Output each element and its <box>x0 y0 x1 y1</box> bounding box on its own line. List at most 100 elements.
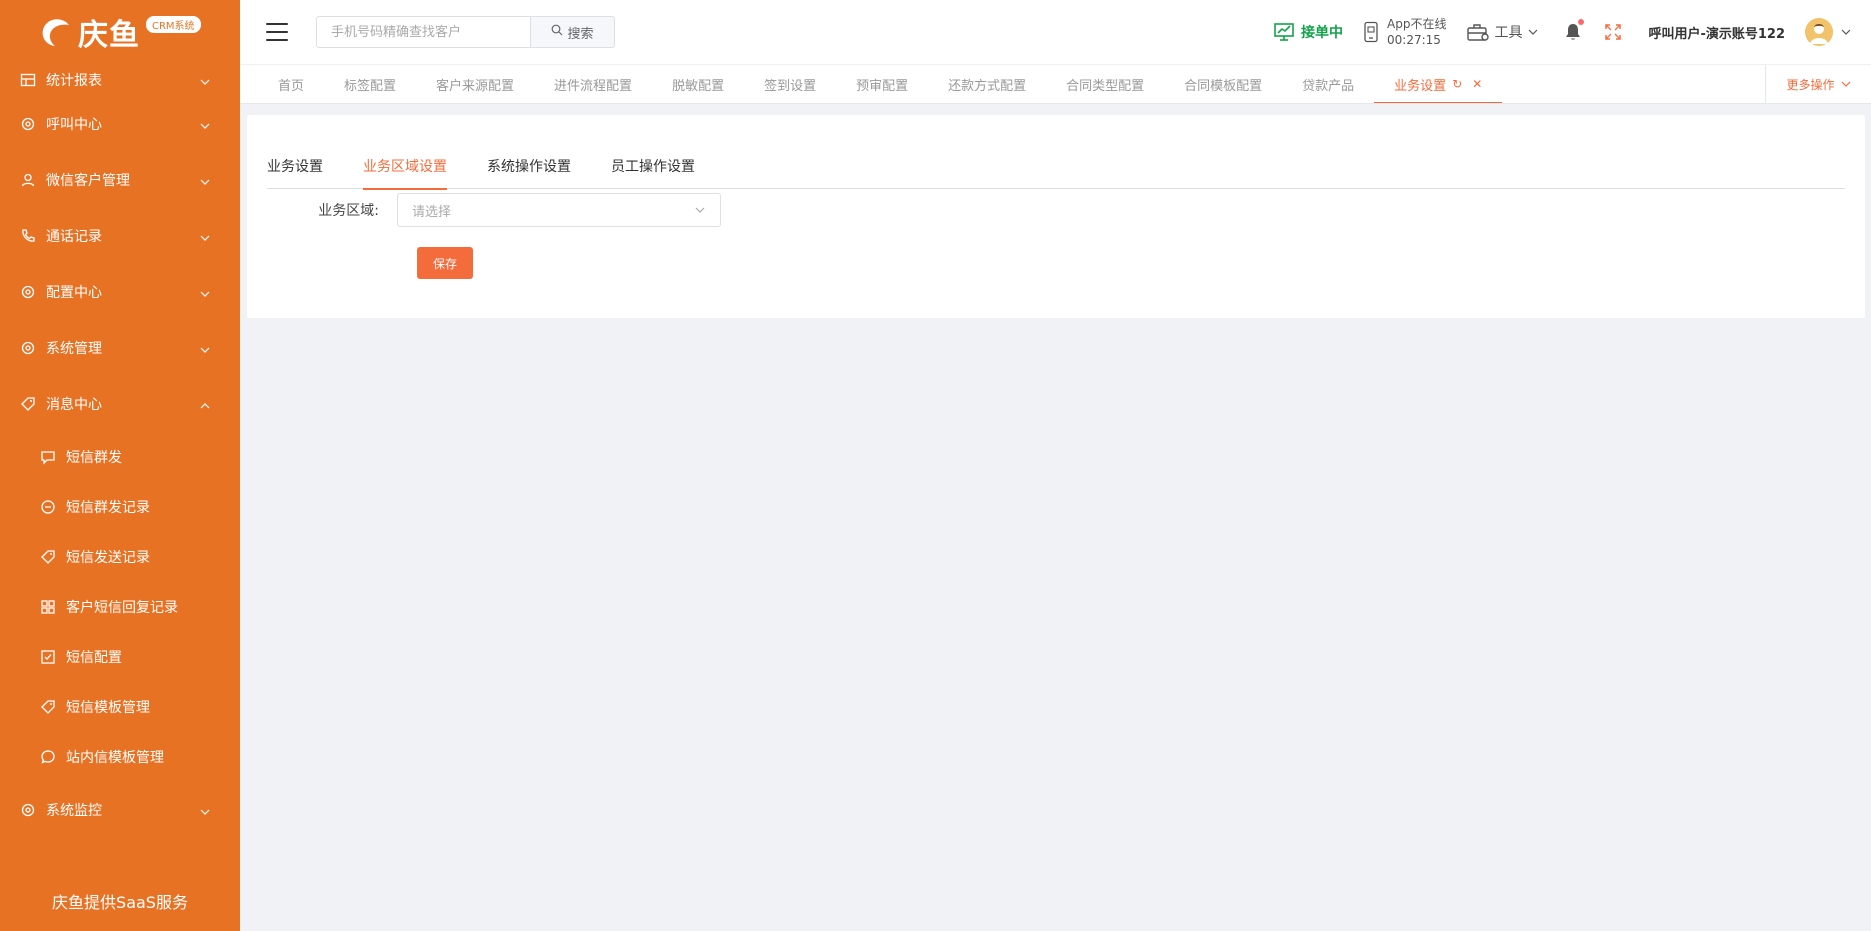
chevron-down-icon <box>200 343 210 353</box>
tab-label: 合同模板配置 <box>1184 78 1263 94</box>
tag-icon <box>40 549 56 565</box>
fullscreen-icon <box>1604 23 1622 41</box>
sidebar-subitem-label: 短信发送记录 <box>66 550 150 566</box>
customer-search: 搜索 <box>316 16 615 48</box>
checkbox-icon <box>40 649 56 665</box>
more-operations-label: 更多操作 <box>1786 77 1835 92</box>
notifications-button[interactable] <box>1564 19 1585 42</box>
sidebar-item-call-records[interactable]: 通话记录 <box>0 208 240 264</box>
tab-application-flow-config[interactable]: 进件流程配置 <box>534 65 652 103</box>
chevron-down-icon <box>200 287 210 297</box>
tab-business-settings[interactable]: 业务设置 ↻ ✕ <box>1374 65 1503 103</box>
page-tabs: 首页 标签配置 客户来源配置 进件流程配置 脱敏配置 签到设置 预审配置 还款方… <box>240 65 1765 103</box>
sidebar-item-label: 微信客户管理 <box>46 173 130 189</box>
sidebar-subitem-inbox-templates[interactable]: 站内信模板管理 <box>0 732 240 782</box>
tab-label: 预审配置 <box>856 78 909 94</box>
sidebar-item-label: 呼叫中心 <box>46 117 102 133</box>
business-region-select[interactable]: 请选择 <box>397 193 721 227</box>
tab-staff-operation-setting[interactable]: 员工操作设置 <box>611 141 695 189</box>
sidebar-subitem-sms-templates[interactable]: 短信模板管理 <box>0 682 240 732</box>
minus-circle-icon <box>40 499 56 515</box>
chart-board-icon <box>1273 22 1295 42</box>
tab-customer-source-config[interactable]: 客户来源配置 <box>416 65 534 103</box>
grid-icon <box>40 599 56 615</box>
tools-dropdown[interactable]: 工具 <box>1466 22 1538 42</box>
save-button[interactable]: 保存 <box>417 247 473 279</box>
tab-label: 合同类型配置 <box>1066 78 1145 94</box>
tab-loan-products[interactable]: 贷款产品 <box>1282 65 1374 103</box>
gear-icon <box>20 284 36 300</box>
tab-system-operation-setting[interactable]: 系统操作设置 <box>487 141 571 189</box>
sidebar-subitem-sms-broadcast-records[interactable]: 短信群发记录 <box>0 482 240 532</box>
sidebar-item-label: 系统监控 <box>46 803 102 819</box>
app-status: App不在线 00:27:15 <box>1363 16 1446 48</box>
fullscreen-button[interactable] <box>1604 23 1622 41</box>
message-icon <box>40 449 56 465</box>
gear-icon <box>20 802 36 818</box>
select-placeholder: 请选择 <box>412 204 452 220</box>
mobile-icon <box>1363 21 1379 43</box>
search-input[interactable] <box>316 16 531 48</box>
gear-icon <box>20 116 36 132</box>
sidebar-item-call-center[interactable]: 呼叫中心 <box>0 96 240 152</box>
sidebar-item-system-management[interactable]: 系统管理 <box>0 320 240 376</box>
tab-home[interactable]: 首页 <box>258 65 324 103</box>
business-region-label: 业务区域: <box>318 203 379 219</box>
business-region-row: 业务区域: 请选择 <box>247 193 721 227</box>
logo: 庆鱼 CRM系统 <box>0 0 240 64</box>
chevron-up-icon <box>200 399 210 409</box>
avatar[interactable] <box>1805 18 1833 46</box>
sidebar-item-statistics[interactable]: 统计报表 <box>0 64 240 96</box>
notification-dot <box>1578 19 1585 25</box>
fish-logo-icon <box>38 14 74 50</box>
sidebar-subitem-label: 短信模板管理 <box>66 700 150 716</box>
chevron-down-icon <box>200 119 210 129</box>
more-operations-button[interactable]: 更多操作 <box>1765 65 1871 103</box>
tab-contract-template-config[interactable]: 合同模板配置 <box>1164 65 1282 103</box>
tab-label: 签到设置 <box>764 78 817 94</box>
work-status-toggle[interactable]: 接单中 <box>1273 22 1343 42</box>
tab-label: 进件流程配置 <box>554 78 633 94</box>
sidebar-item-label: 系统管理 <box>46 341 102 357</box>
tab-label: 客户来源配置 <box>436 78 515 94</box>
page-tabs-bar: 首页 标签配置 客户来源配置 进件流程配置 脱敏配置 签到设置 预审配置 还款方… <box>240 64 1871 104</box>
tab-label: 脱敏配置 <box>672 78 725 94</box>
sidebar-subitem-sms-config[interactable]: 短信配置 <box>0 632 240 682</box>
chevron-down-icon <box>1528 27 1538 37</box>
sidebar-subitem-label: 客户短信回复记录 <box>66 600 178 616</box>
tab-repayment-method-config[interactable]: 还款方式配置 <box>928 65 1046 103</box>
user-name[interactable]: 呼叫用户-演示账号122 <box>1648 23 1785 42</box>
settings-tabs: 业务设置 业务区域设置 系统操作设置 员工操作设置 <box>267 141 1845 190</box>
sidebar-subitem-label: 站内信模板管理 <box>66 750 164 766</box>
tab-contract-type-config[interactable]: 合同类型配置 <box>1046 65 1164 103</box>
sidebar-subitem-sms-send-records[interactable]: 短信发送记录 <box>0 532 240 582</box>
tab-business-setting[interactable]: 业务设置 <box>267 141 323 189</box>
tab-tag-config[interactable]: 标签配置 <box>324 65 416 103</box>
sidebar-item-system-monitor[interactable]: 系统监控 <box>0 782 240 838</box>
chevron-down-icon[interactable] <box>1841 27 1851 37</box>
tab-business-region-setting[interactable]: 业务区域设置 <box>363 141 447 190</box>
search-button[interactable]: 搜索 <box>531 16 615 48</box>
sidebar: 庆鱼 CRM系统 统计报表 呼叫中心 微信客户管理 通话记录 配置中心 系统管理… <box>0 0 240 931</box>
settings-card: 业务设置 业务区域设置 系统操作设置 员工操作设置 业务区域: 请选择 保存 <box>247 115 1865 318</box>
chevron-down-icon <box>200 175 210 185</box>
tab-checkin-settings[interactable]: 签到设置 <box>744 65 836 103</box>
refresh-icon[interactable]: ↻ <box>1452 77 1462 91</box>
sidebar-item-message-center[interactable]: 消息中心 <box>0 376 240 432</box>
menu-toggle-icon[interactable] <box>266 23 288 41</box>
sidebar-subitem-customer-sms-replies[interactable]: 客户短信回复记录 <box>0 582 240 632</box>
close-icon[interactable]: ✕ <box>1472 77 1482 91</box>
tag-icon <box>20 396 36 412</box>
tab-masking-config[interactable]: 脱敏配置 <box>652 65 744 103</box>
sidebar-item-label: 消息中心 <box>46 397 102 413</box>
chevron-down-icon <box>200 75 210 85</box>
sidebar-item-label: 配置中心 <box>46 285 102 301</box>
sidebar-item-label: 统计报表 <box>46 73 102 89</box>
sidebar-subitem-sms-broadcast[interactable]: 短信群发 <box>0 432 240 482</box>
sidebar-item-label: 通话记录 <box>46 229 102 245</box>
sidebar-item-config-center[interactable]: 配置中心 <box>0 264 240 320</box>
gear-icon <box>20 340 36 356</box>
bell-icon <box>1564 22 1582 42</box>
sidebar-item-wechat-customers[interactable]: 微信客户管理 <box>0 152 240 208</box>
tab-pre-review-config[interactable]: 预审配置 <box>836 65 928 103</box>
